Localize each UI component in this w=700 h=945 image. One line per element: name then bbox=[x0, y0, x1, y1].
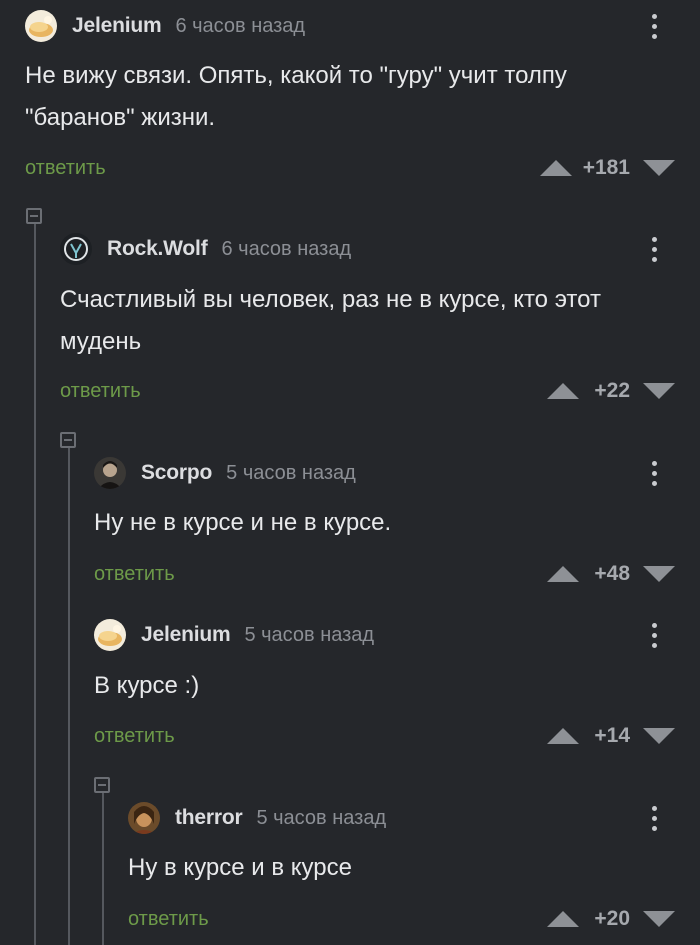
thread-line-level-3 bbox=[102, 793, 104, 945]
portrait-avatar[interactable] bbox=[94, 457, 126, 489]
timestamp[interactable]: 5 часов назад bbox=[244, 624, 374, 647]
wolf-logo-avatar[interactable] bbox=[60, 233, 92, 265]
author-name[interactable]: Scorpo bbox=[141, 461, 212, 485]
downvote-icon[interactable] bbox=[642, 156, 676, 180]
comment-footer: ответить +48 bbox=[94, 557, 700, 591]
rating-score: +14 bbox=[594, 724, 630, 747]
vote-controls: +22 bbox=[546, 374, 676, 408]
upvote-icon[interactable] bbox=[546, 907, 580, 931]
comment-header: Scorpo 5 часов назад bbox=[94, 456, 356, 490]
reply-link[interactable]: ответить bbox=[60, 380, 141, 403]
reply-link[interactable]: ответить bbox=[94, 563, 175, 586]
rating-score: +181 bbox=[582, 156, 630, 179]
timestamp[interactable]: 5 часов назад bbox=[226, 462, 356, 485]
upvote-icon[interactable] bbox=[546, 379, 580, 403]
author-name[interactable]: Rock.Wolf bbox=[107, 237, 208, 261]
upvote-icon[interactable] bbox=[546, 562, 580, 586]
upvote-icon[interactable] bbox=[546, 724, 580, 748]
reply-link[interactable]: ответить bbox=[128, 908, 209, 931]
more-options-icon[interactable] bbox=[642, 801, 666, 835]
painting-avatar[interactable] bbox=[128, 802, 160, 834]
comment-header: therror 5 часов назад bbox=[128, 801, 386, 835]
more-options-icon[interactable] bbox=[642, 618, 666, 652]
reply-link[interactable]: ответить bbox=[25, 157, 106, 180]
collapse-thread-button[interactable] bbox=[94, 777, 110, 793]
thread-line-level-1 bbox=[34, 224, 36, 945]
downvote-icon[interactable] bbox=[642, 379, 676, 403]
comment-header: Rock.Wolf 6 часов назад bbox=[60, 232, 351, 266]
rating-score: +20 bbox=[594, 907, 630, 930]
vote-controls: +14 bbox=[546, 719, 676, 753]
timestamp[interactable]: 6 часов назад bbox=[221, 238, 351, 261]
thread-line-level-2 bbox=[68, 448, 70, 945]
downvote-icon[interactable] bbox=[642, 562, 676, 586]
more-options-icon[interactable] bbox=[642, 456, 666, 490]
collapse-thread-button[interactable] bbox=[26, 208, 42, 224]
vote-controls: +20 bbox=[546, 902, 676, 936]
vote-controls: +48 bbox=[546, 557, 676, 591]
comment-footer: ответить +14 bbox=[94, 719, 700, 753]
collapse-thread-button[interactable] bbox=[60, 432, 76, 448]
timestamp[interactable]: 5 часов назад bbox=[256, 807, 386, 830]
comment-header: Jelenium 5 часов назад bbox=[94, 618, 374, 652]
timestamp[interactable]: 6 часов назад bbox=[175, 15, 305, 38]
downvote-icon[interactable] bbox=[642, 907, 676, 931]
rating-score: +22 bbox=[594, 379, 630, 402]
author-name[interactable]: Jelenium bbox=[141, 623, 231, 647]
bread-avatar[interactable] bbox=[94, 619, 126, 651]
rating-score: +48 bbox=[594, 562, 630, 585]
author-name[interactable]: therror bbox=[175, 806, 243, 830]
downvote-icon[interactable] bbox=[642, 724, 676, 748]
comment-footer: ответить +20 bbox=[128, 902, 700, 936]
bread-avatar[interactable] bbox=[25, 10, 57, 42]
reply-link[interactable]: ответить bbox=[94, 725, 175, 748]
author-name[interactable]: Jelenium bbox=[72, 14, 162, 38]
comment-footer: ответить +181 bbox=[25, 151, 700, 185]
comment-text: Ну не в курсе и не в курсе. bbox=[94, 509, 392, 536]
comment-text: В курсе :) bbox=[94, 672, 200, 699]
more-options-icon[interactable] bbox=[642, 9, 666, 43]
comment-text: Ну в курсе и в курсе bbox=[128, 854, 352, 881]
comment-text: Не вижу связи. Опять, какой то "гуру" уч… bbox=[25, 62, 567, 131]
comment-header: Jelenium 6 часов назад bbox=[25, 9, 305, 43]
upvote-icon[interactable] bbox=[539, 156, 573, 180]
more-options-icon[interactable] bbox=[642, 232, 666, 266]
comment-footer: ответить +22 bbox=[60, 374, 700, 408]
vote-controls: +181 bbox=[539, 151, 676, 185]
comment-text: Счастливый вы человек, раз не в курсе, к… bbox=[60, 286, 601, 355]
